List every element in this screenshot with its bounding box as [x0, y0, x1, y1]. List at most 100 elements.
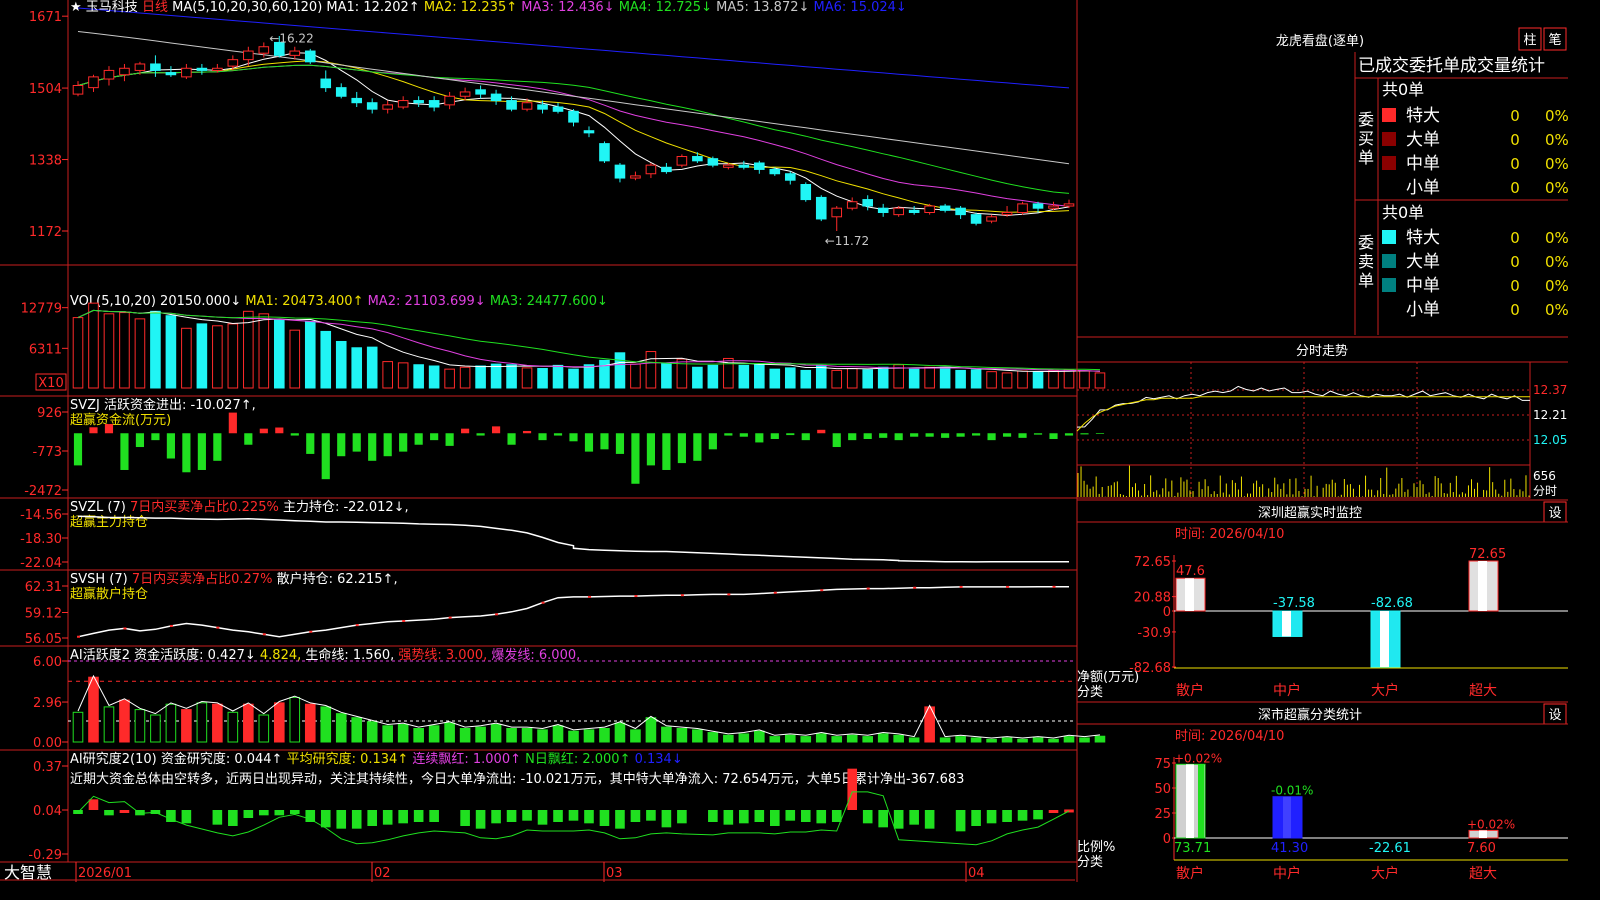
- ai1-bar[interactable]: [1001, 737, 1013, 743]
- volume-bar[interactable]: [661, 362, 672, 389]
- volume-bar[interactable]: [165, 315, 177, 389]
- volume-bar[interactable]: [924, 366, 935, 389]
- ai2-bar[interactable]: [104, 810, 114, 816]
- candle[interactable]: [831, 207, 843, 218]
- volume-bar[interactable]: [289, 329, 301, 389]
- candle[interactable]: [599, 143, 610, 162]
- candle[interactable]: [846, 201, 858, 209]
- volume-bar[interactable]: [227, 323, 239, 389]
- candle[interactable]: [583, 130, 595, 134]
- volume-bar[interactable]: [366, 346, 378, 389]
- svzj-bar[interactable]: [1018, 433, 1027, 438]
- ai1-bar[interactable]: [599, 728, 610, 743]
- volume-bar[interactable]: [490, 363, 502, 389]
- ai1-bar[interactable]: [1063, 736, 1075, 743]
- ai1-bar[interactable]: [1079, 737, 1090, 743]
- ai2-bar[interactable]: [646, 810, 656, 821]
- volume-bar[interactable]: [784, 367, 796, 389]
- candle[interactable]: [738, 164, 750, 168]
- ai1-bar[interactable]: [552, 725, 564, 743]
- ai1-bar[interactable]: [103, 706, 115, 743]
- svzj-bar[interactable]: [925, 433, 934, 437]
- candle[interactable]: [335, 87, 347, 97]
- ai2-bar[interactable]: [615, 810, 625, 829]
- ai1-bar[interactable]: [134, 709, 146, 743]
- svzj-bar[interactable]: [894, 433, 903, 441]
- ai2-bar[interactable]: [243, 810, 254, 818]
- volume-bar[interactable]: [645, 351, 657, 389]
- candle[interactable]: [661, 166, 672, 173]
- svzj-bar[interactable]: [724, 433, 733, 436]
- volume-bar[interactable]: [877, 366, 889, 389]
- ai1-bar[interactable]: [196, 702, 208, 743]
- ai1-bar[interactable]: [1094, 735, 1106, 743]
- ai2-bar[interactable]: [491, 810, 501, 824]
- volume-bar[interactable]: [397, 362, 409, 389]
- svzj-bar[interactable]: [104, 424, 114, 434]
- svzj-bar[interactable]: [631, 433, 640, 484]
- candle[interactable]: [459, 91, 471, 97]
- volume-bar[interactable]: [150, 310, 161, 389]
- svzj-bar[interactable]: [832, 433, 841, 448]
- volume-bar[interactable]: [1094, 372, 1106, 389]
- candle[interactable]: [72, 84, 84, 95]
- candle[interactable]: [150, 63, 161, 71]
- volume-bar[interactable]: [506, 364, 517, 389]
- candle[interactable]: [351, 97, 363, 104]
- svzj-bar[interactable]: [73, 433, 83, 466]
- ai2-bar[interactable]: [460, 810, 470, 826]
- candle[interactable]: [413, 100, 424, 104]
- volume-bar[interactable]: [304, 320, 316, 389]
- candle[interactable]: [320, 78, 332, 89]
- ai1-bar[interactable]: [676, 728, 688, 743]
- svzj-bar[interactable]: [414, 433, 423, 445]
- svzj-bar[interactable]: [522, 430, 532, 434]
- svzj-bar[interactable]: [491, 426, 501, 434]
- ai1-bar[interactable]: [413, 728, 424, 743]
- volume-bar[interactable]: [815, 364, 827, 389]
- candle[interactable]: [1063, 203, 1075, 207]
- ai1-bar[interactable]: [1032, 737, 1044, 743]
- svzj-bar[interactable]: [259, 428, 268, 434]
- ai2-bar[interactable]: [1002, 810, 1012, 822]
- svzj-bar[interactable]: [476, 433, 485, 436]
- svzj-bar[interactable]: [430, 433, 439, 441]
- candle[interactable]: [568, 110, 579, 123]
- ai2-bar[interactable]: [785, 810, 796, 821]
- svzj-bar[interactable]: [507, 433, 516, 445]
- ai1-bar[interactable]: [304, 703, 316, 743]
- svzj-bar[interactable]: [755, 433, 764, 443]
- ai1-bar[interactable]: [630, 729, 641, 743]
- ai1-bar[interactable]: [490, 723, 502, 743]
- svzj-bar[interactable]: [1064, 433, 1074, 436]
- svzj-bar[interactable]: [368, 433, 377, 461]
- volume-bar[interactable]: [800, 369, 812, 389]
- volume-bar[interactable]: [754, 364, 765, 389]
- candle[interactable]: [939, 205, 951, 211]
- ai1-bar[interactable]: [661, 726, 672, 743]
- volume-bar[interactable]: [583, 364, 595, 389]
- ai2-bar[interactable]: [88, 799, 99, 810]
- ai1-bar[interactable]: [815, 733, 827, 743]
- ai2-bar[interactable]: [599, 810, 610, 826]
- volume-bar[interactable]: [630, 363, 641, 389]
- svzj-bar[interactable]: [708, 433, 717, 450]
- ai1-bar[interactable]: [428, 725, 440, 743]
- ai2-bar[interactable]: [553, 810, 563, 822]
- svzj-bar[interactable]: [290, 433, 299, 436]
- ai2-bar[interactable]: [568, 810, 579, 821]
- volume-bar[interactable]: [134, 318, 146, 389]
- candle[interactable]: [382, 104, 393, 110]
- candle[interactable]: [181, 67, 192, 78]
- ai1-bar[interactable]: [273, 702, 285, 743]
- svzj-bar[interactable]: [151, 433, 160, 441]
- ai1-bar[interactable]: [258, 714, 270, 743]
- ai1-bar[interactable]: [862, 736, 874, 743]
- ai2-bar[interactable]: [1017, 810, 1028, 821]
- volume-bar[interactable]: [72, 317, 84, 389]
- ai2-bar[interactable]: [754, 810, 765, 822]
- volume-bar[interactable]: [335, 340, 347, 389]
- ai2-bar[interactable]: [862, 810, 873, 824]
- candle[interactable]: [490, 93, 502, 102]
- ai2-bar[interactable]: [909, 810, 919, 825]
